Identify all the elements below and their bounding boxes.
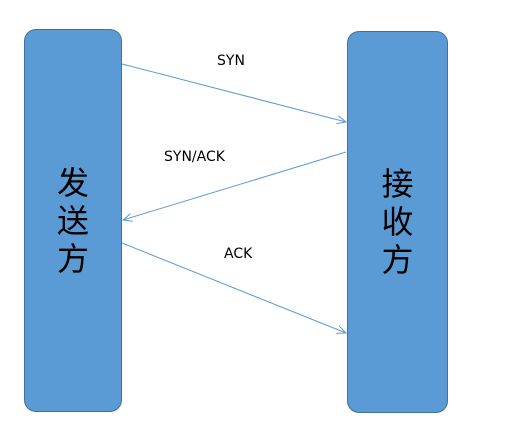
receiver-box: 接收方 [347,31,448,413]
receiver-label: 接收方 [381,165,414,279]
sender-label: 发送方 [57,163,90,278]
syn-ack-arrow [123,151,347,220]
syn-arrow [121,63,346,122]
sender-box: 发送方 [24,29,122,412]
syn-label: SYN [217,53,245,69]
ack-label: ACK [224,246,253,262]
syn-ack-label: SYN/ACK [164,149,225,165]
